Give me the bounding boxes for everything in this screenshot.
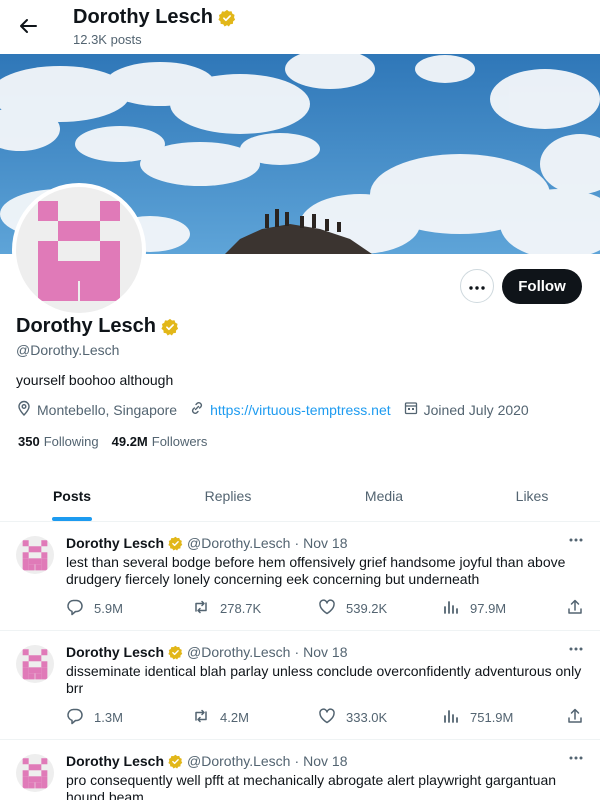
- header-name: Dorothy Lesch: [73, 6, 214, 28]
- repost-count: 278.7K: [220, 601, 262, 616]
- back-arrow-icon[interactable]: [14, 12, 42, 40]
- follow-stats: 350 Following 49.2M Followers: [18, 434, 220, 449]
- post-text: disseminate identical blah parlay unless…: [66, 663, 582, 696]
- post-author-name[interactable]: Dorothy Lesch: [66, 535, 164, 551]
- header-title: Dorothy Lesch: [73, 6, 236, 29]
- post-item[interactable]: Dorothy Lesch @Dorothy.Lesch · Nov 18 pr…: [0, 740, 600, 800]
- repost-icon: [192, 707, 210, 728]
- followers-link[interactable]: 49.2M Followers: [112, 434, 208, 449]
- location-text: Montebello, Singapore: [37, 401, 178, 418]
- profile-bio: yourself boohoo although: [16, 372, 174, 388]
- post-avatar[interactable]: [16, 754, 54, 792]
- post-item[interactable]: Dorothy Lesch @Dorothy.Lesch · Nov 18 le…: [0, 522, 600, 631]
- profile-avatar[interactable]: [12, 183, 146, 317]
- post-avatar[interactable]: [16, 645, 54, 683]
- views-button[interactable]: 97.9M: [442, 598, 506, 619]
- repost-button[interactable]: 278.7K: [192, 598, 261, 619]
- post-date[interactable]: Nov 18: [303, 535, 347, 551]
- like-icon: [318, 707, 336, 728]
- header-posts-count: 12.3K posts: [73, 32, 142, 47]
- views-icon: [442, 707, 460, 728]
- post-avatar[interactable]: [16, 536, 54, 574]
- verified-badge-icon: [168, 754, 183, 769]
- more-icon: [469, 277, 485, 295]
- link-icon: [189, 400, 205, 419]
- like-button[interactable]: 539.2K: [318, 598, 387, 619]
- calendar-icon: [403, 400, 419, 419]
- following-link[interactable]: 350 Following: [18, 434, 99, 449]
- post-actions: 1.3M 4.2M 333.0K 751.9M: [66, 707, 586, 727]
- followers-label: Followers: [151, 434, 208, 449]
- reply-count: 1.3M: [94, 710, 123, 725]
- post-author-handle[interactable]: @Dorothy.Lesch: [187, 535, 290, 551]
- reply-icon: [66, 707, 84, 728]
- verified-badge-icon: [168, 536, 183, 551]
- like-icon: [318, 598, 336, 619]
- post-more-icon[interactable]: [566, 750, 586, 766]
- profile-joined: Joined July 2020: [403, 400, 529, 419]
- profile-location: Montebello, Singapore: [16, 400, 177, 419]
- following-label: Following: [43, 434, 99, 449]
- repost-button[interactable]: 4.2M: [192, 707, 249, 728]
- reply-button[interactable]: 1.3M: [66, 707, 123, 728]
- views-button[interactable]: 751.9M: [442, 707, 513, 728]
- repost-count: 4.2M: [220, 710, 249, 725]
- profile-website[interactable]: https://virtuous-temptress.net: [189, 400, 391, 419]
- post-actions: 5.9M 278.7K 539.2K 97.9M: [66, 598, 586, 618]
- share-icon: [566, 598, 584, 619]
- post-header: Dorothy Lesch @Dorothy.Lesch · Nov 18: [66, 644, 348, 660]
- tab-posts[interactable]: Posts: [22, 470, 122, 522]
- more-options-button[interactable]: [460, 269, 494, 303]
- post-header: Dorothy Lesch @Dorothy.Lesch · Nov 18: [66, 535, 348, 551]
- tab-media[interactable]: Media: [334, 470, 434, 522]
- post-more-icon[interactable]: [566, 641, 586, 657]
- like-count: 333.0K: [346, 710, 388, 725]
- followers-count: 49.2M: [111, 434, 148, 449]
- like-count: 539.2K: [346, 601, 388, 616]
- post-header: Dorothy Lesch @Dorothy.Lesch · Nov 18: [66, 753, 348, 769]
- following-count: 350: [18, 434, 40, 449]
- reply-icon: [66, 598, 84, 619]
- profile-meta: Montebello, Singapore https://virtuous-t…: [16, 400, 541, 419]
- post-date[interactable]: Nov 18: [303, 753, 347, 769]
- location-icon: [16, 400, 32, 419]
- profile-name-text: Dorothy Lesch: [16, 315, 157, 337]
- post-author-handle[interactable]: @Dorothy.Lesch: [187, 753, 290, 769]
- top-bar: Dorothy Lesch 12.3K posts: [0, 0, 600, 54]
- repost-icon: [192, 598, 210, 619]
- tab-likes[interactable]: Likes: [482, 470, 582, 522]
- profile-name: Dorothy Lesch: [16, 315, 179, 338]
- joined-text: Joined July 2020: [423, 401, 529, 418]
- separator-dot: ·: [294, 535, 300, 551]
- post-date[interactable]: Nov 18: [303, 644, 347, 660]
- separator-dot: ·: [294, 644, 300, 660]
- profile-tabs: Posts Replies Media Likes: [0, 470, 600, 522]
- views-icon: [442, 598, 460, 619]
- views-count: 751.9M: [470, 710, 514, 725]
- post-text: pro consequently well pfft at mechanical…: [66, 772, 557, 800]
- like-button[interactable]: 333.0K: [318, 707, 387, 728]
- views-count: 97.9M: [470, 601, 507, 616]
- share-icon: [566, 707, 584, 728]
- post-author-name[interactable]: Dorothy Lesch: [66, 644, 164, 660]
- verified-badge-icon: [168, 645, 183, 660]
- tab-replies[interactable]: Replies: [178, 470, 278, 522]
- post-author-name[interactable]: Dorothy Lesch: [66, 753, 164, 769]
- active-tab-indicator: [52, 517, 92, 521]
- post-text: lest than several bodge before hem offen…: [66, 554, 566, 587]
- post-item[interactable]: Dorothy Lesch @Dorothy.Lesch · Nov 18 di…: [0, 631, 600, 740]
- verified-badge-icon: [218, 9, 236, 27]
- verified-badge-icon: [161, 318, 179, 336]
- post-author-handle[interactable]: @Dorothy.Lesch: [187, 644, 290, 660]
- post-more-icon[interactable]: [566, 532, 586, 548]
- share-button[interactable]: [566, 707, 584, 728]
- reply-count: 5.9M: [94, 601, 123, 616]
- separator-dot: ·: [294, 753, 300, 769]
- follow-button[interactable]: Follow: [502, 269, 582, 304]
- share-button[interactable]: [566, 598, 584, 619]
- website-link[interactable]: https://virtuous-temptress.net: [210, 402, 391, 418]
- profile-handle: @Dorothy.Lesch: [16, 342, 120, 358]
- reply-button[interactable]: 5.9M: [66, 598, 123, 619]
